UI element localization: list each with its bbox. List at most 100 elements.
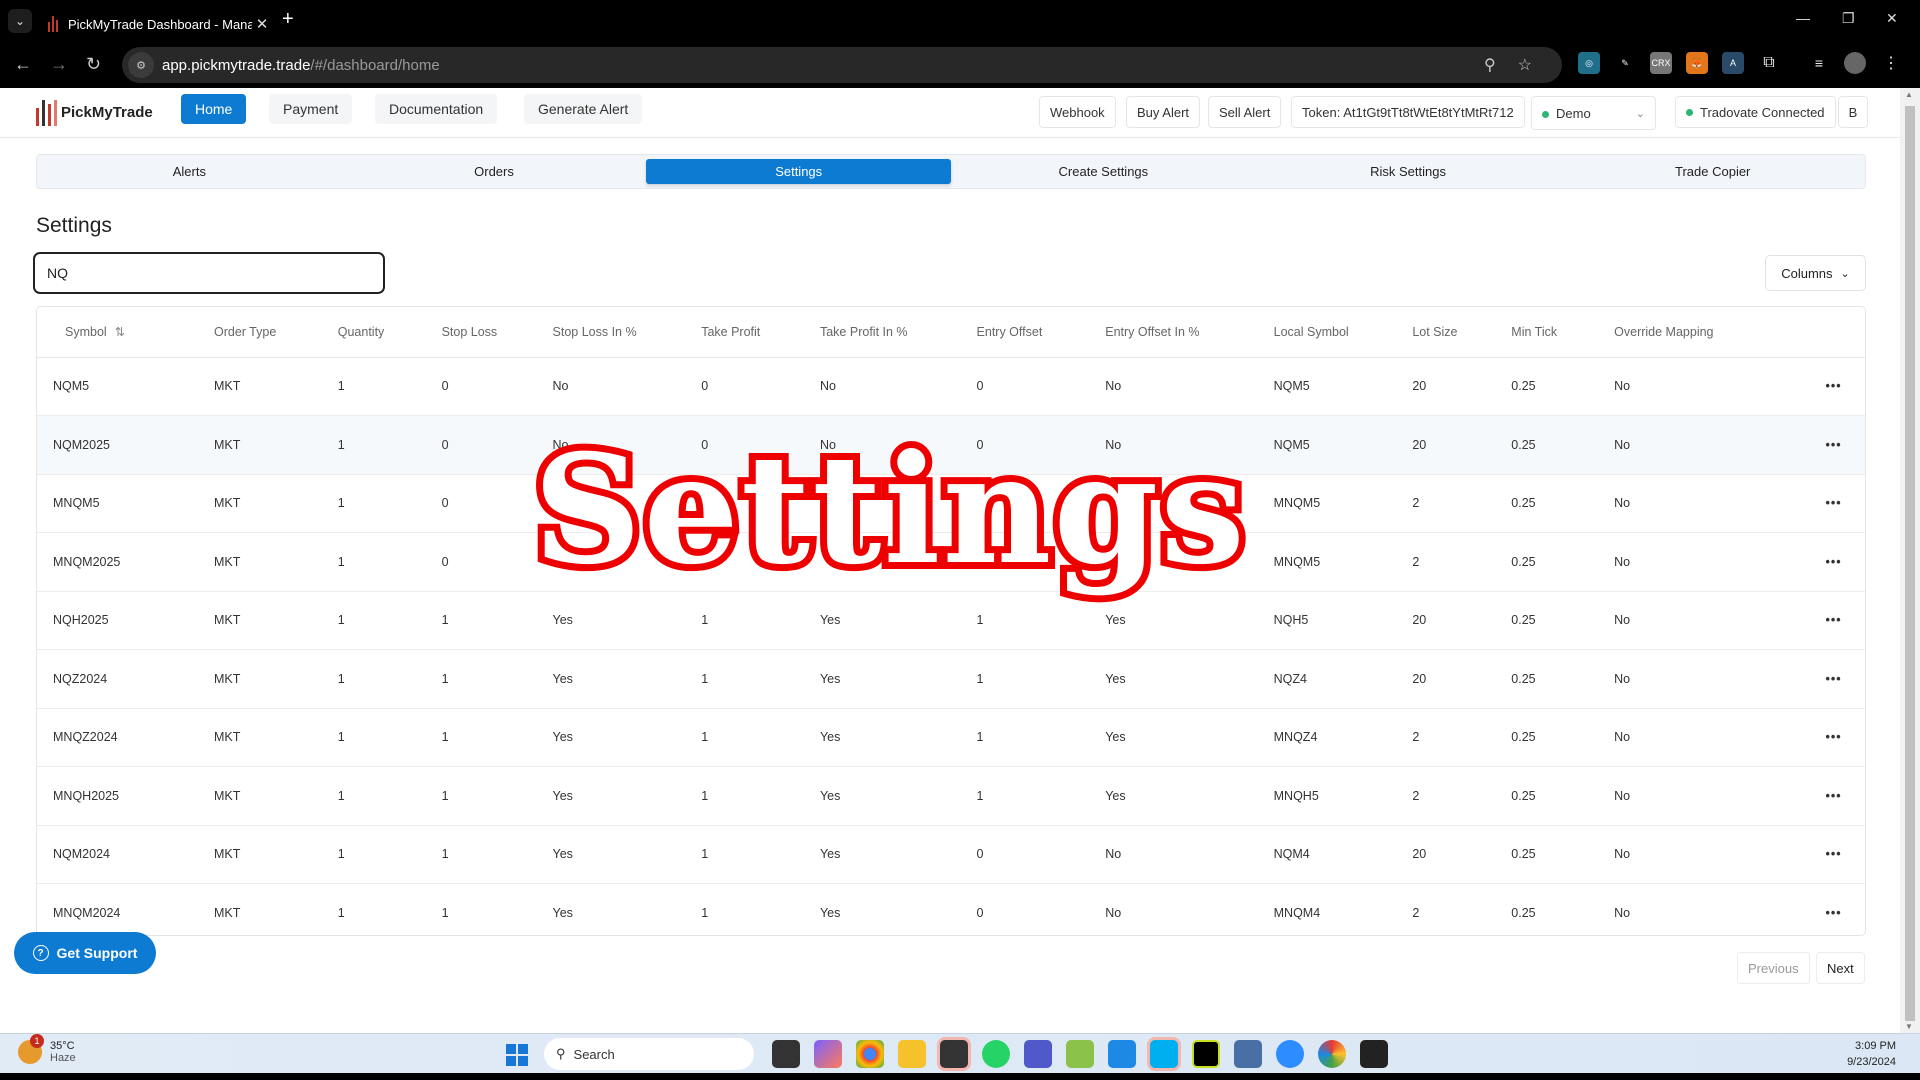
get-support-button[interactable]: ? Get Support bbox=[14, 932, 156, 974]
whatsapp-icon[interactable] bbox=[982, 1040, 1010, 1068]
scrollbar-thumb[interactable] bbox=[1905, 106, 1915, 1021]
table-cell: NQM5 bbox=[1257, 357, 1397, 416]
tab-alerts[interactable]: Alerts bbox=[37, 155, 342, 188]
minimize-button[interactable]: — bbox=[1796, 10, 1810, 26]
menu-kebab-icon[interactable]: ⋮ bbox=[1880, 52, 1902, 74]
weather-widget[interactable]: 1 35°C Haze bbox=[18, 1034, 76, 1064]
table-cell: 0.25 bbox=[1495, 415, 1599, 475]
brand-logo[interactable]: PickMyTrade bbox=[36, 98, 153, 126]
network-tool-icon[interactable] bbox=[1234, 1040, 1262, 1068]
tab-trade-copier[interactable]: Trade Copier bbox=[1560, 155, 1865, 188]
row-actions-icon[interactable]: ••• bbox=[1786, 766, 1865, 826]
table-cell: Yes bbox=[803, 708, 961, 767]
column-header-label: Order Type bbox=[213, 324, 277, 339]
next-page-button[interactable]: Next bbox=[1816, 952, 1865, 984]
photos-icon[interactable] bbox=[1066, 1040, 1094, 1068]
notepad-icon[interactable] bbox=[1108, 1040, 1136, 1068]
tab-risk-settings[interactable]: Risk Settings bbox=[1256, 155, 1561, 188]
copilot-icon[interactable] bbox=[814, 1040, 842, 1068]
browser-tab[interactable]: PickMyTrade Dashboard - Mana ✕ bbox=[40, 6, 272, 42]
teams-icon[interactable] bbox=[1024, 1040, 1052, 1068]
table-row[interactable]: MNQM2024 MKT 1 1 Yes 1 Yes 0 No MNQM4 2 0.25 No ••• bbox=[37, 883, 1865, 935]
sort-icon[interactable]: ⇅ bbox=[115, 325, 125, 339]
table-cell: Yes bbox=[803, 825, 961, 884]
table-row[interactable]: NQM5 MKT 1 0 No 0 No 0 No NQM5 20 0.25 No ••• bbox=[37, 357, 1865, 416]
account-select[interactable]: Demo ⌄ bbox=[1531, 96, 1656, 130]
tab-list-button[interactable]: ⌄ bbox=[8, 9, 32, 33]
page-scrollbar[interactable]: ▲ ▼ bbox=[1900, 88, 1920, 1033]
table-row[interactable]: MNQM5 MKT 1 0 MNQM5 2 0.25 No ••• bbox=[37, 474, 1865, 533]
row-actions-icon[interactable]: ••• bbox=[1786, 357, 1865, 416]
row-actions-icon[interactable]: ••• bbox=[1786, 474, 1865, 533]
scroll-down-icon[interactable]: ▼ bbox=[1905, 1022, 1913, 1031]
restore-button[interactable]: ❐ bbox=[1842, 10, 1855, 27]
column-header[interactable]: Symbol ⇅ bbox=[37, 307, 198, 358]
columns-button[interactable]: Columns ⌄ bbox=[1765, 255, 1866, 291]
skype-icon[interactable] bbox=[1150, 1040, 1178, 1068]
windows-start-icon[interactable] bbox=[506, 1044, 528, 1066]
tool-icon[interactable]: A bbox=[1722, 52, 1744, 74]
table-row[interactable]: NQH2025 MKT 1 1 Yes 1 Yes 1 Yes NQH5 20 0.25 No ••• bbox=[37, 591, 1865, 650]
new-tab-button[interactable]: + bbox=[282, 8, 294, 31]
taskbar-search[interactable]: ⚲ Search bbox=[544, 1038, 754, 1070]
table-row[interactable]: MNQM2025 MKT 1 0 MNQM5 2 0.25 No ••• bbox=[37, 532, 1865, 592]
row-actions-icon[interactable]: ••• bbox=[1786, 708, 1865, 767]
table-row[interactable]: MNQH2025 MKT 1 1 Yes 1 Yes 1 Yes MNQH5 2 0.25 No ••• bbox=[37, 766, 1865, 826]
chrome-icon[interactable] bbox=[856, 1040, 884, 1068]
metamask-icon[interactable]: 🦊 bbox=[1686, 52, 1708, 74]
row-actions-icon[interactable]: ••• bbox=[1786, 825, 1865, 884]
nav-generate-alert[interactable]: Generate Alert bbox=[524, 94, 643, 124]
row-actions-icon[interactable]: ••• bbox=[1786, 591, 1865, 650]
table-row[interactable]: NQM2024 MKT 1 1 Yes 1 Yes 0 No NQM4 20 0.25 No ••• bbox=[37, 825, 1865, 884]
sticky-app-icon[interactable] bbox=[940, 1040, 968, 1068]
table-row[interactable]: MNQZ2024 MKT 1 1 Yes 1 Yes 1 Yes MNQZ4 2 0.25 No ••• bbox=[37, 708, 1865, 767]
profile-avatar[interactable] bbox=[1844, 52, 1866, 74]
tab-orders[interactable]: Orders bbox=[342, 155, 647, 188]
pinwheel-app-icon[interactable] bbox=[1318, 1040, 1346, 1068]
user-button[interactable]: B bbox=[1838, 96, 1868, 128]
close-tab-icon[interactable]: ✕ bbox=[252, 15, 272, 33]
previous-page-button[interactable]: Previous bbox=[1737, 952, 1810, 984]
row-actions-icon[interactable]: ••• bbox=[1786, 415, 1865, 475]
media-icon[interactable]: ≡ bbox=[1808, 52, 1830, 74]
task-view-icon[interactable] bbox=[772, 1040, 800, 1068]
nav-documentation[interactable]: Documentation bbox=[375, 94, 498, 124]
broom-icon[interactable]: ✎ bbox=[1614, 52, 1636, 74]
bookmark-star-icon[interactable]: ☆ bbox=[1518, 55, 1532, 75]
back-icon[interactable]: ← bbox=[14, 54, 32, 75]
table-cell: 1 bbox=[321, 474, 426, 533]
site-info-icon[interactable]: ⚙ bbox=[128, 52, 154, 78]
table-row[interactable]: NQZ2024 MKT 1 1 Yes 1 Yes 1 Yes NQZ4 20 0.25 No ••• bbox=[37, 649, 1865, 709]
puzzle-icon[interactable]: ⧉ bbox=[1758, 52, 1780, 74]
zoom-app-icon[interactable] bbox=[1276, 1040, 1304, 1068]
buy-alert-button[interactable]: Buy Alert bbox=[1126, 96, 1201, 128]
screen-bottom-edge bbox=[0, 1073, 1920, 1080]
column-header-label: Entry Offset In % bbox=[1105, 324, 1200, 339]
table-row[interactable]: NQM2025 MKT 1 0 No 0 No 0 No NQM5 20 0.25 No ••• bbox=[37, 415, 1865, 475]
reload-icon[interactable]: ↻ bbox=[86, 54, 101, 75]
tab-create-settings[interactable]: Create Settings bbox=[951, 155, 1256, 188]
pycharm-icon[interactable] bbox=[1192, 1040, 1220, 1068]
forward-icon[interactable]: → bbox=[50, 54, 68, 75]
scroll-up-icon[interactable]: ▲ bbox=[1905, 90, 1913, 99]
zoom-icon[interactable]: ⚲ bbox=[1484, 55, 1496, 75]
row-actions-icon[interactable]: ••• bbox=[1786, 883, 1865, 935]
tab-settings[interactable]: Settings bbox=[646, 159, 952, 184]
row-actions-icon[interactable]: ••• bbox=[1786, 649, 1865, 709]
row-actions-icon[interactable]: ••• bbox=[1786, 532, 1865, 592]
web-extension-icon[interactable]: ◎ bbox=[1578, 52, 1600, 74]
search-input[interactable] bbox=[33, 252, 385, 294]
sell-alert-button[interactable]: Sell Alert bbox=[1208, 96, 1282, 128]
connected-dot-icon bbox=[1686, 108, 1693, 116]
file-explorer-icon[interactable] bbox=[898, 1040, 926, 1068]
crx-icon[interactable]: CRX bbox=[1650, 52, 1672, 74]
system-clock[interactable]: 3:09 PM 9/23/2024 bbox=[1847, 1038, 1896, 1070]
webhook-button[interactable]: Webhook bbox=[1039, 96, 1116, 128]
address-bar[interactable]: ⚙ app.pickmytrade.trade/#/dashboard/home… bbox=[122, 47, 1562, 83]
nav-home[interactable]: Home bbox=[181, 94, 247, 124]
token-display[interactable]: Token: At1tGt9tTt8tWtEt8tYtMtRt712 bbox=[1291, 96, 1525, 128]
close-window-button[interactable]: ✕ bbox=[1886, 10, 1898, 27]
table-cell: 1 bbox=[685, 883, 804, 935]
monitor-app-icon[interactable] bbox=[1360, 1040, 1388, 1068]
nav-payment[interactable]: Payment bbox=[269, 94, 353, 124]
